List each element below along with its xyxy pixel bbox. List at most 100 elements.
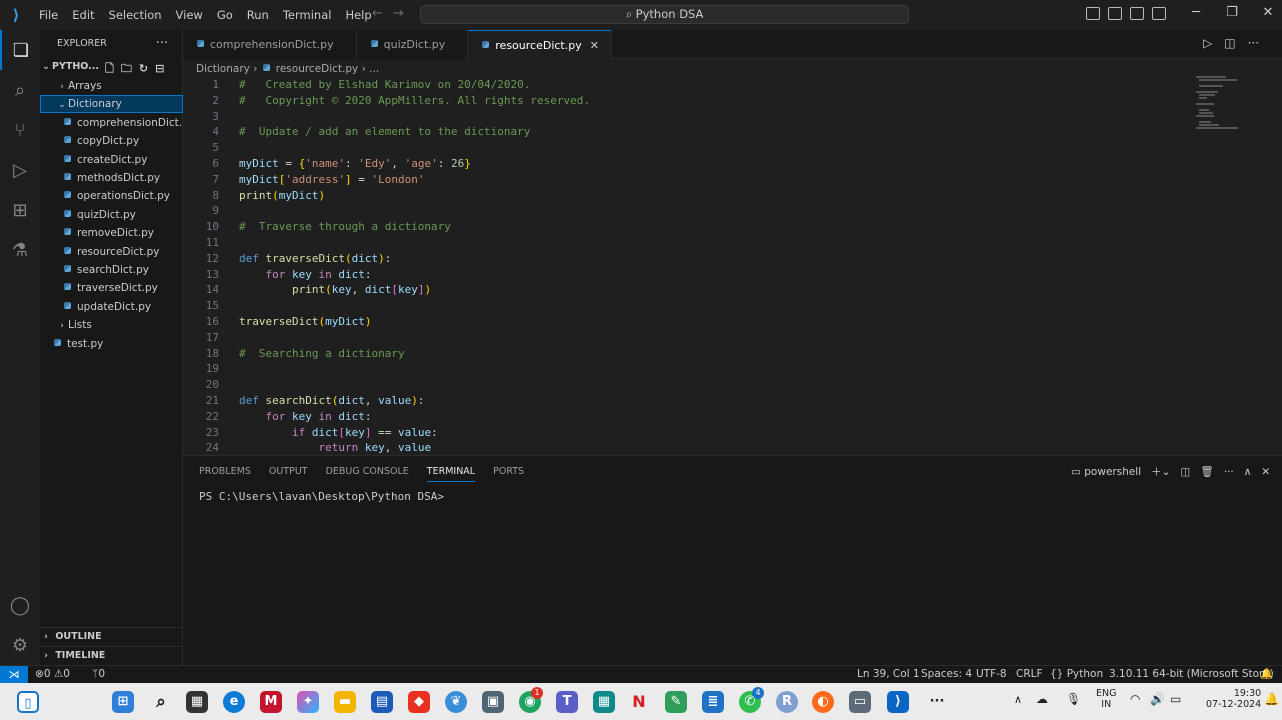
app-diamond-icon[interactable]: ◆ xyxy=(408,691,430,713)
search-icon[interactable]: ⌕ xyxy=(0,70,40,110)
battery-icon[interactable]: ▭ xyxy=(1170,692,1181,706)
python-interpreter[interactable]: 3.10.11 64-bit (Microsoft Store) xyxy=(1109,666,1274,683)
more-actions-icon[interactable]: ··· xyxy=(1224,462,1234,482)
code-line[interactable]: 13 for key in dict: xyxy=(183,267,1183,283)
edge-icon[interactable]: e xyxy=(223,691,245,713)
close-tab-icon[interactable]: ✕ xyxy=(590,39,599,52)
run-debug-icon[interactable]: ▷ xyxy=(0,150,40,190)
tree-file[interactable]: updateDict.py xyxy=(40,298,183,316)
tree-file[interactable]: resourceDict.py xyxy=(40,243,183,261)
code-line[interactable]: 1 # Created by Elshad Karimov on 20/04/20… xyxy=(183,77,1183,93)
code-line[interactable]: 24 return key, value xyxy=(183,440,1183,454)
trash-icon[interactable]: 🗑 xyxy=(1200,462,1213,482)
new-terminal-icon[interactable]: ＋⌄ xyxy=(1151,462,1170,482)
indentation[interactable]: Spaces: 4 xyxy=(921,666,972,683)
volume-icon[interactable]: 🔊 xyxy=(1150,692,1165,706)
mcafee-icon[interactable]: M xyxy=(260,691,282,713)
panel-tab-terminal[interactable]: TERMINAL xyxy=(426,462,476,482)
terminal-app-icon[interactable]: ▭ xyxy=(849,691,871,713)
source-control-icon[interactable]: ⑂ xyxy=(0,110,40,150)
editor-tab[interactable]: quizDict.py xyxy=(356,30,469,59)
breadcrumb-file[interactable]: resourceDict.py xyxy=(276,63,359,75)
tree-file[interactable]: removeDict.py xyxy=(40,224,183,242)
onedrive-icon[interactable]: ☁ xyxy=(1036,692,1048,706)
new-file-icon[interactable]: 🗋 xyxy=(105,60,114,76)
tree-file[interactable]: comprehensionDict.... xyxy=(40,114,183,132)
menu-go[interactable]: Go xyxy=(210,8,240,22)
firefox-icon[interactable]: ◐ xyxy=(812,691,834,713)
panel-tab-ports[interactable]: PORTS xyxy=(493,462,524,482)
code-editor[interactable]: 1 # Created by Elshad Karimov on 20/04/20… xyxy=(183,76,1282,454)
panel-tab-output[interactable]: OUTPUT xyxy=(269,462,308,482)
menu-edit[interactable]: Edit xyxy=(65,8,101,22)
menu-view[interactable]: View xyxy=(169,8,210,22)
forward-arrow-icon[interactable]: → xyxy=(393,6,414,21)
search-icon[interactable]: ⌕ xyxy=(150,691,172,713)
run-python-icon[interactable]: ▷ xyxy=(1203,36,1212,50)
chevron-up-icon[interactable]: ∧ xyxy=(1014,693,1022,706)
new-folder-icon[interactable]: 🗀 xyxy=(121,60,132,76)
cursor-position[interactable]: Ln 39, Col 1 xyxy=(857,666,920,683)
testing-icon[interactable]: ⚗ xyxy=(0,230,40,270)
menu-file[interactable]: File xyxy=(32,8,65,22)
widgets-icon[interactable]: ▯ xyxy=(17,691,39,713)
tree-file[interactable]: methodsDict.py xyxy=(40,169,183,187)
command-center-search[interactable]: ⌕ Python DSA xyxy=(420,5,909,24)
code-line[interactable]: 17 xyxy=(183,330,1183,346)
clock[interactable]: 19:30 07-12-2024 xyxy=(1206,688,1261,710)
tree-folder[interactable]: ⌄ Dictionary xyxy=(40,95,183,114)
back-arrow-icon[interactable]: ← xyxy=(372,6,393,21)
netflix-icon[interactable]: N xyxy=(628,691,650,713)
store-icon[interactable]: ▤ xyxy=(371,691,393,713)
notepad-icon[interactable]: ≣ xyxy=(702,691,724,713)
menu-terminal[interactable]: Terminal xyxy=(276,8,339,22)
explorer-icon[interactable]: ❏ xyxy=(0,30,40,70)
tree-file[interactable]: traverseDict.py xyxy=(40,279,183,297)
python-icon[interactable]: ❦ xyxy=(445,691,467,713)
minimap[interactable] xyxy=(1196,76,1256,136)
nav-arrows[interactable]: ←→ xyxy=(372,6,414,21)
language-indicator[interactable]: ENG IN xyxy=(1096,688,1116,710)
tree-file[interactable]: test.py xyxy=(40,335,183,353)
code-line[interactable]: 11 xyxy=(183,235,1183,251)
windows-start-icon[interactable]: ⊞ xyxy=(112,691,134,713)
ports-status[interactable]: ᛘ0 xyxy=(92,666,105,683)
accounts-icon[interactable]: ◯ xyxy=(0,585,40,625)
menu-selection[interactable]: Selection xyxy=(102,8,169,22)
code-line[interactable]: 5 xyxy=(183,140,1183,156)
breadcrumb-symbols[interactable]: ... xyxy=(369,63,379,75)
code-line[interactable]: 14 print(key, dict[key]) xyxy=(183,282,1183,298)
close-panel-icon[interactable]: ✕ xyxy=(1261,462,1270,482)
tree-file[interactable]: copyDict.py xyxy=(40,132,183,150)
split-editor-icon[interactable]: ◫ xyxy=(1224,36,1235,50)
toggle-panel-icon[interactable] xyxy=(1108,7,1122,20)
tree-file[interactable]: createDict.py xyxy=(40,151,183,169)
tree-file[interactable]: searchDict.py xyxy=(40,261,183,279)
tree-file[interactable]: operationsDict.py xyxy=(40,187,183,205)
split-terminal-icon[interactable]: ◫ xyxy=(1180,462,1190,482)
toggle-sidebar-icon[interactable] xyxy=(1086,7,1100,20)
panel-tab-debug-console[interactable]: DEBUG CONSOLE xyxy=(326,462,409,482)
notification-icon[interactable]: 🔔 xyxy=(1264,692,1279,706)
task-view-icon[interactable]: ▦ xyxy=(186,691,208,713)
code-line[interactable]: 6 myDict = {'name': 'Edy', 'age': 26} xyxy=(183,156,1183,172)
copilot-icon[interactable]: ✦ xyxy=(297,691,319,713)
code-line[interactable]: 3 xyxy=(183,109,1183,125)
vscode-taskbar-icon[interactable]: ⟩ xyxy=(887,691,909,713)
editor-tab[interactable]: resourceDict.py ✕ xyxy=(468,30,612,59)
code-line[interactable]: 4 # Update / add an element to the dictio… xyxy=(183,124,1183,140)
code-line[interactable]: 7 myDict['address'] = 'London' xyxy=(183,172,1183,188)
tree-folder[interactable]: › Lists xyxy=(40,316,183,334)
code-line[interactable]: 22 for key in dict: xyxy=(183,409,1183,425)
code-line[interactable]: 15 xyxy=(183,298,1183,314)
spreadsheet-icon[interactable]: ✎ xyxy=(665,691,687,713)
microphone-icon[interactable]: 🎙 xyxy=(1066,692,1081,706)
minimize-icon[interactable]: ─ xyxy=(1178,5,1214,20)
toggle-secondary-sidebar-icon[interactable] xyxy=(1130,7,1144,20)
code-line[interactable]: 19 xyxy=(183,361,1183,377)
outline-section[interactable]: › OUTLINE xyxy=(40,627,183,645)
language-mode[interactable]: {} Python xyxy=(1050,666,1103,683)
calculator-icon[interactable]: ▦ xyxy=(593,691,615,713)
code-line[interactable]: 12 def traverseDict(dict): xyxy=(183,251,1183,267)
tree-folder[interactable]: › Arrays xyxy=(40,77,183,95)
